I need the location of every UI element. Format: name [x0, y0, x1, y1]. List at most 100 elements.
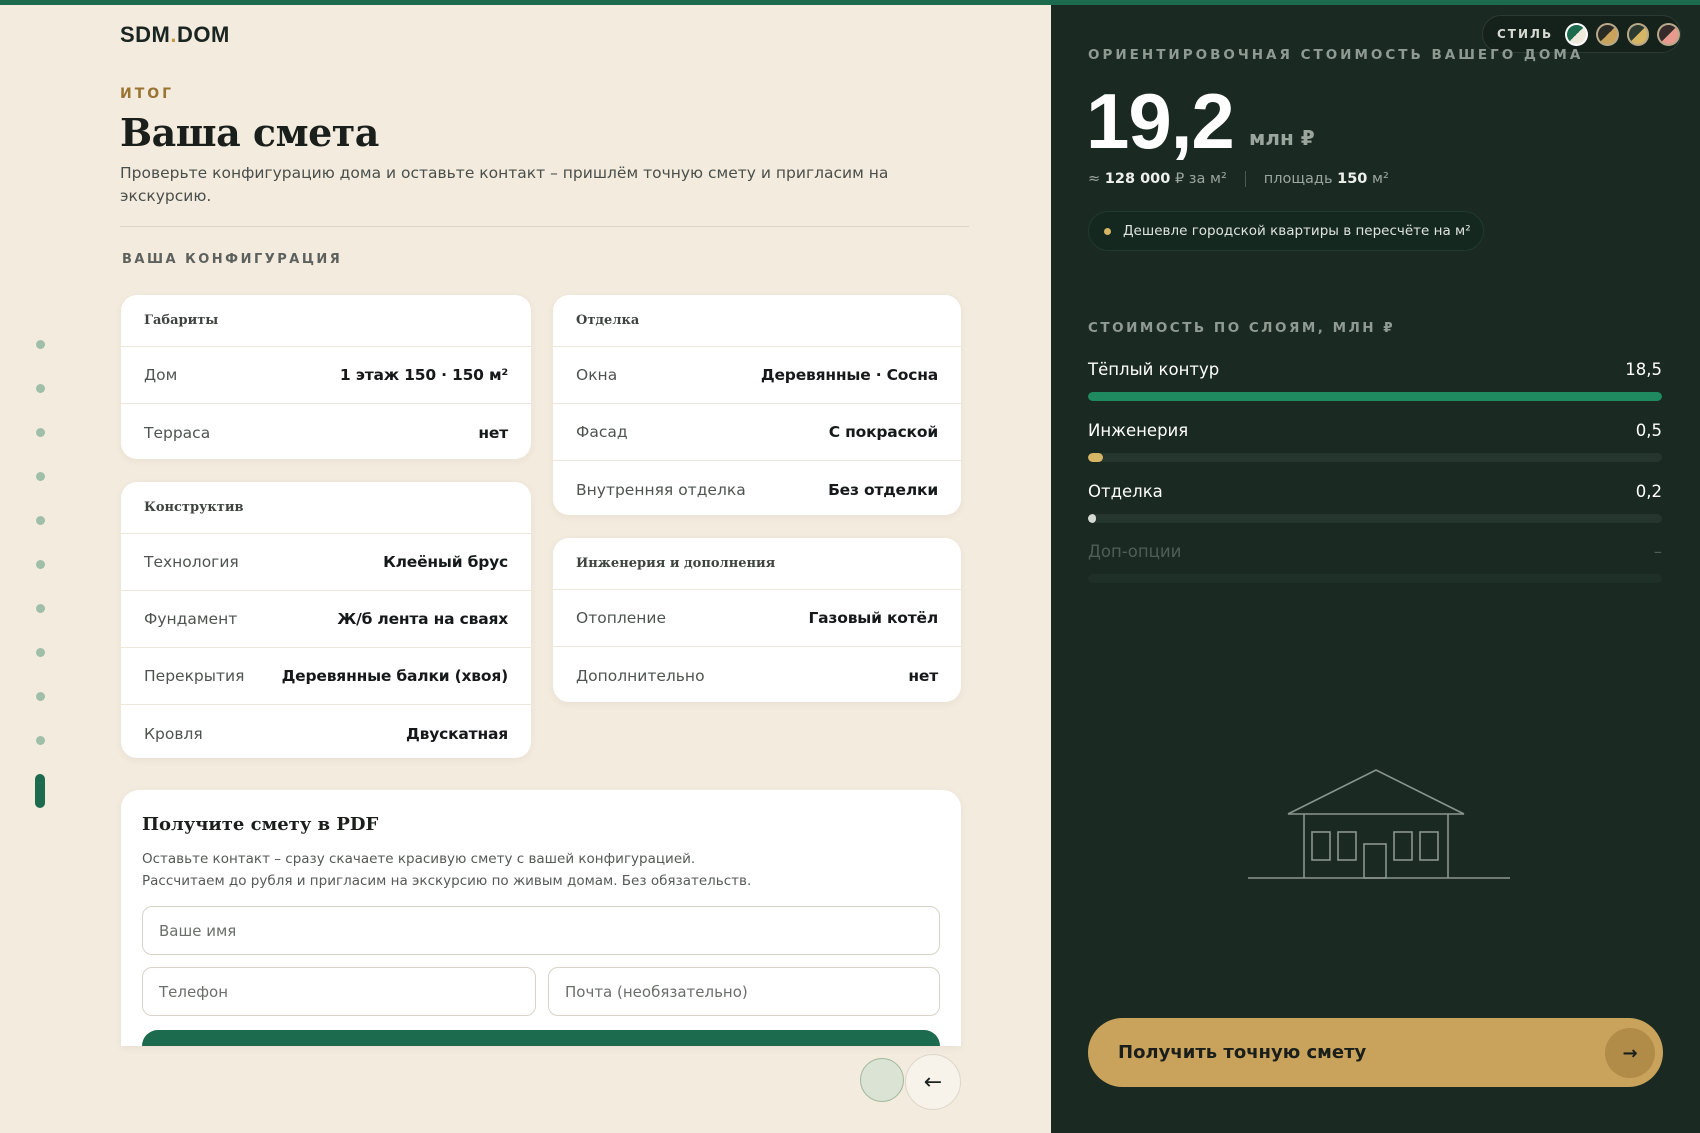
config-card-inzheneriya: Инженерия и дополнения Отопление Газовый… — [553, 538, 961, 702]
submit-button[interactable] — [142, 1030, 940, 1046]
layer-value: 0,5 — [1635, 421, 1662, 440]
config-row: Кровля Двускатная — [121, 705, 531, 758]
step-dot-active[interactable] — [35, 774, 45, 808]
page-title: Ваша смета — [120, 110, 379, 155]
layer-name: Доп-опции — [1088, 542, 1182, 561]
estimate-unit: млн ₽ — [1249, 126, 1315, 150]
card-title: Отделка — [553, 295, 961, 347]
config-card-gabarity: Габариты Дом 1 этаж 150 · 150 м² Терраса… — [121, 295, 531, 459]
row-value: Клеёный брус — [383, 553, 508, 571]
area-label: площадь — [1263, 171, 1333, 187]
layer-row: Доп-опции – — [1088, 542, 1662, 583]
step-dot[interactable] — [36, 648, 45, 657]
estimate-label: ОРИЕНТИРОВОЧНАЯ СТОИМОСТЬ ВАШЕГО ДОМА — [1088, 47, 1584, 63]
row-label: Фундамент — [144, 610, 238, 628]
card-title: Конструктив — [121, 482, 531, 534]
per-m2-value: 128 000 — [1104, 171, 1171, 187]
price-comparison-badge: Дешевле городской квартиры в пересчёте н… — [1088, 211, 1484, 251]
nav-indicator[interactable] — [860, 1058, 904, 1102]
layer-bar-track — [1088, 392, 1662, 401]
logo-text: SDM — [120, 22, 171, 47]
style-swatch-dark-gold[interactable] — [1595, 22, 1619, 46]
step-dot[interactable] — [36, 736, 45, 745]
step-dot[interactable] — [36, 516, 45, 525]
config-row: Дополнительно нет — [553, 647, 961, 702]
row-value: нет — [908, 666, 938, 685]
config-card-otdelka: Отделка Окна Деревянные · Сосна Фасад С … — [553, 295, 961, 515]
form-description: Оставьте контакт – сразу скачаете красив… — [142, 848, 932, 892]
layer-bar-fill — [1088, 392, 1662, 401]
house-illustration-icon — [1248, 769, 1510, 879]
layer-name: Отделка — [1088, 482, 1163, 501]
config-row: Внутренняя отделка Без отделки — [553, 461, 961, 515]
config-card-konstruktiv: Конструктив Технология Клеёный брус Фунд… — [121, 482, 531, 758]
row-value: 1 этаж 150 · 150 м² — [339, 366, 508, 384]
row-label: Перекрытия — [144, 667, 245, 685]
layer-row: Отделка 0,2 — [1088, 482, 1662, 523]
configuration-label: ВАША КОНФИГУРАЦИЯ — [122, 252, 343, 267]
layer-name: Инженерия — [1088, 421, 1189, 440]
area-value: 150 — [1337, 171, 1368, 187]
config-row: Фундамент Ж/б лента на сваях — [121, 591, 531, 648]
name-field[interactable] — [142, 906, 940, 955]
row-value: Двускатная — [406, 724, 508, 743]
step-dot[interactable] — [36, 384, 45, 393]
row-value: Газовый котёл — [808, 609, 939, 627]
step-dot[interactable] — [36, 604, 45, 613]
badge-text: Дешевле городской квартиры в пересчёте н… — [1123, 223, 1471, 239]
cta-label: Получить точную смету — [1118, 1042, 1367, 1063]
page-description: Проверьте конфигурацию дома и оставьте к… — [120, 164, 889, 205]
step-dot[interactable] — [36, 340, 45, 349]
layer-name: Тёплый контур — [1088, 360, 1220, 379]
arrow-left-icon: ← — [923, 1069, 943, 1095]
config-row: Отопление Газовый котёл — [553, 590, 961, 647]
email-field[interactable] — [548, 967, 940, 1016]
step-dot[interactable] — [36, 472, 45, 481]
style-label: СТИЛЬ — [1497, 27, 1554, 41]
row-label: Терраса — [144, 423, 211, 442]
row-value: нет — [478, 423, 508, 442]
card-title: Инженерия и дополнения — [553, 538, 961, 590]
row-label: Внутренняя отделка — [576, 480, 746, 499]
badge-dot-icon — [1104, 227, 1111, 235]
pdf-request-form: Получите смету в PDF Оставьте контакт – … — [121, 790, 961, 1046]
row-value: С покраской — [828, 423, 938, 441]
row-label: Дополнительно — [576, 666, 705, 685]
step-dot[interactable] — [36, 560, 45, 569]
top-accent-bar — [0, 0, 1700, 5]
row-label: Окна — [576, 366, 618, 384]
estimate-meta: ≈ 128 000 ₽ за м² площадь 150 м² — [1088, 171, 1389, 187]
layer-bar-track — [1088, 453, 1662, 462]
per-m2-prefix: ≈ — [1088, 171, 1101, 187]
row-value: Деревянные · Сосна — [760, 366, 938, 384]
arrow-right-icon: → — [1605, 1028, 1655, 1078]
style-swatch-green[interactable] — [1565, 22, 1588, 46]
card-title: Габариты — [121, 295, 531, 347]
step-dot[interactable] — [36, 428, 45, 437]
row-label: Отопление — [576, 609, 667, 627]
row-label: Фасад — [576, 423, 628, 441]
divider — [120, 226, 969, 227]
config-row: Технология Клеёный брус — [121, 534, 531, 591]
get-exact-estimate-button[interactable]: Получить точную смету → — [1088, 1018, 1663, 1087]
layer-value: – — [1653, 542, 1662, 561]
phone-field[interactable] — [142, 967, 536, 1016]
layer-bar-fill — [1088, 453, 1104, 462]
form-title: Получите смету в PDF — [142, 814, 379, 835]
form-description-line: Оставьте контакт – сразу скачаете красив… — [142, 851, 696, 867]
row-value: Ж/б лента на сваях — [337, 610, 508, 628]
style-swatch-olive-gold[interactable] — [1626, 22, 1650, 46]
meta-separator — [1244, 171, 1246, 187]
row-label: Дом — [144, 366, 178, 384]
form-description-line: Рассчитаем до рубля и пригласим на экску… — [142, 873, 752, 889]
back-button[interactable]: ← — [905, 1054, 961, 1110]
layers-label: СТОИМОСТЬ ПО СЛОЯМ, МЛН ₽ — [1088, 320, 1396, 336]
style-swatch-rose[interactable] — [1657, 22, 1680, 46]
estimate-amount: 19,2 — [1086, 77, 1235, 165]
step-dot[interactable] — [36, 692, 45, 701]
layer-bar-fill — [1088, 514, 1097, 523]
brand-logo[interactable]: SDM.DOM — [120, 22, 230, 48]
config-row: Перекрытия Деревянные балки (хвоя) — [121, 648, 531, 705]
section-eyebrow: ИТОГ — [120, 86, 175, 102]
per-m2-suffix: ₽ за м² — [1174, 171, 1227, 187]
